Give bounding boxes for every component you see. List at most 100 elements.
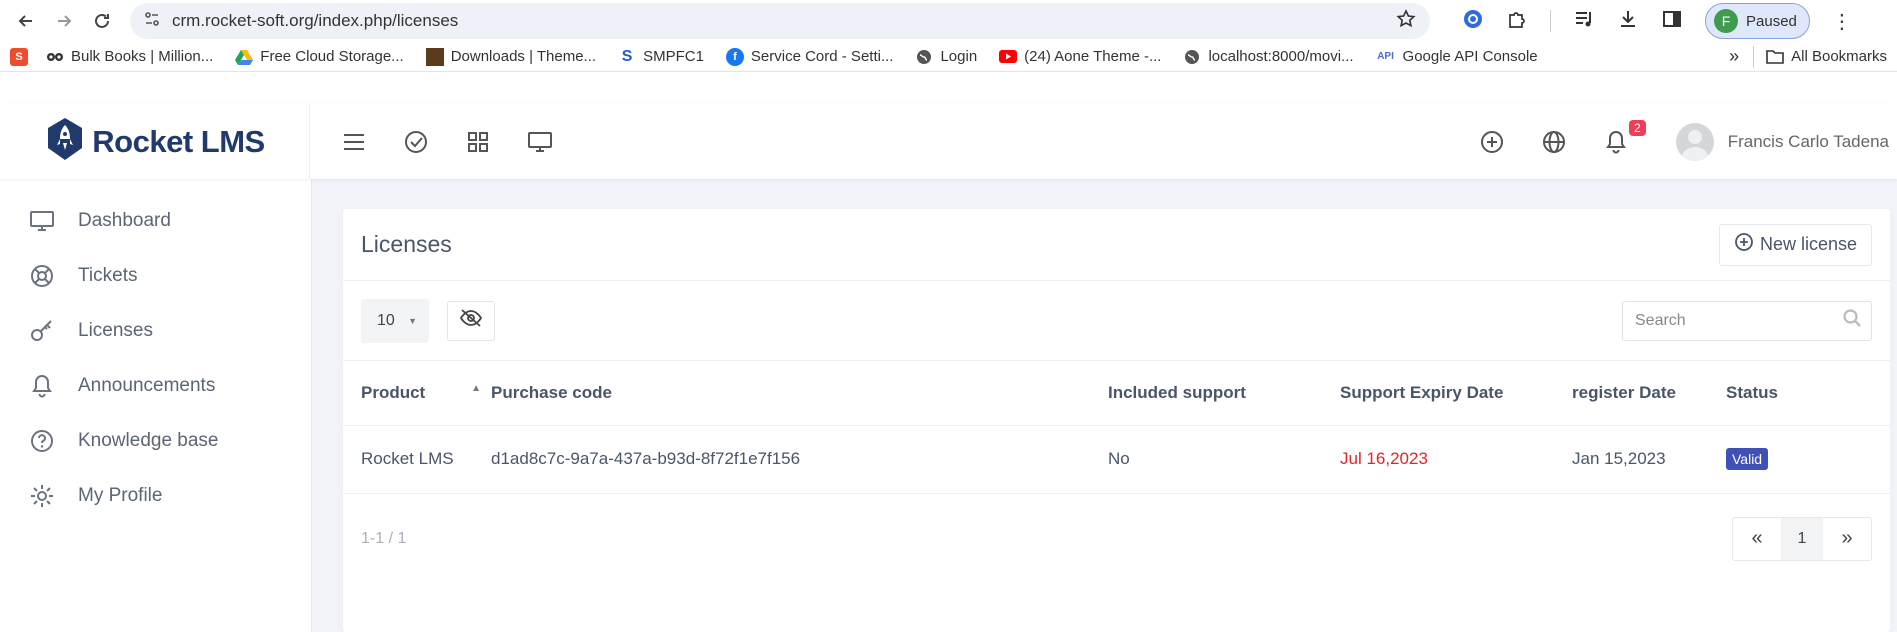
forward-icon[interactable] xyxy=(48,5,80,37)
rocket-logo-icon xyxy=(44,116,86,167)
sidebar-item-label: My Profile xyxy=(78,484,163,506)
sidebar-item-tickets[interactable]: Tickets xyxy=(0,248,311,303)
monitor-icon[interactable] xyxy=(524,126,556,158)
cell-purchase-code: d1ad8c7c-9a7a-437a-b93d-8f72f1e7f156 xyxy=(491,425,1108,494)
theme-icon xyxy=(425,47,444,66)
bookmark-item[interactable]: (24) Aone Theme -... xyxy=(999,48,1161,66)
app-header: Rocket LMS 2 Francis Carlo Tadena xyxy=(0,104,1897,179)
logo[interactable]: Rocket LMS xyxy=(0,104,310,179)
bookmark-label: SMPFC1 xyxy=(643,48,704,65)
prev-page-button[interactable]: « xyxy=(1733,518,1781,560)
side-panel-icon[interactable] xyxy=(1661,8,1683,35)
user-menu[interactable]: Francis Carlo Tadena xyxy=(1675,122,1889,161)
bookmarks-overflow-icon[interactable]: » xyxy=(1729,46,1739,67)
browser-menu-icon[interactable]: ⋮ xyxy=(1832,9,1852,34)
media-control-icon[interactable] xyxy=(1573,8,1595,35)
download-icon[interactable] xyxy=(1617,8,1639,35)
sidebar-item-announcements[interactable]: Announcements xyxy=(0,358,311,413)
sidebar-item-label: Announcements xyxy=(78,374,216,396)
column-header-register-date[interactable]: register Date xyxy=(1572,361,1726,426)
sidebar-item-licenses[interactable]: Licenses xyxy=(0,303,311,358)
grid-icon[interactable] xyxy=(462,126,494,158)
url-text[interactable]: crm.rocket-soft.org/index.php/licenses xyxy=(172,11,1384,31)
bell-icon xyxy=(28,372,56,400)
profile-status: Paused xyxy=(1746,12,1797,30)
site-settings-icon[interactable] xyxy=(144,11,160,32)
all-bookmarks[interactable]: All Bookmarks xyxy=(1766,48,1887,66)
licenses-card: Licenses New license 10 ▼ Search Product… xyxy=(343,209,1890,632)
column-header-label: Product xyxy=(361,382,426,402)
bookmark-label: Google API Console xyxy=(1402,48,1538,65)
column-header-label: Support Expiry Date xyxy=(1340,382,1504,402)
browser-toolbar: crm.rocket-soft.org/index.php/licenses F… xyxy=(0,0,1897,42)
app-root: Rocket LMS 2 Francis Carlo Tadena Dashbo… xyxy=(0,104,1897,632)
help-circle-icon xyxy=(28,427,56,455)
column-header-included-support[interactable]: Included support xyxy=(1108,361,1340,426)
page-title: Licenses xyxy=(361,231,452,257)
table-row[interactable]: Rocket LMS d1ad8c7c-9a7a-437a-b93d-8f72f… xyxy=(343,425,1890,494)
column-header-support-expiry[interactable]: Support Expiry Date xyxy=(1340,361,1572,426)
page-length-value: 10 xyxy=(377,311,395,329)
status-badge: Valid xyxy=(1726,448,1769,470)
pagination: « 1 » xyxy=(1732,516,1872,561)
back-icon[interactable] xyxy=(10,5,42,37)
search-icon[interactable] xyxy=(1842,308,1862,333)
page-number-button[interactable]: 1 xyxy=(1781,517,1823,560)
folder-icon xyxy=(1766,48,1784,66)
cell-status: Valid xyxy=(1726,425,1890,494)
cell-included-support: No xyxy=(1108,425,1340,494)
column-header-label: Included support xyxy=(1108,382,1246,402)
column-header-product[interactable]: Product ▲ xyxy=(343,361,491,426)
bookmark-item[interactable]: API Google API Console xyxy=(1376,48,1538,66)
s-icon: S xyxy=(621,47,633,65)
column-visibility-button[interactable] xyxy=(447,300,495,341)
toolbar-divider xyxy=(1550,10,1551,32)
menu-toggle-icon[interactable] xyxy=(338,126,370,158)
column-header-label: register Date xyxy=(1572,382,1676,402)
bookmark-label: Service Cord - Setti... xyxy=(750,48,894,65)
address-bar[interactable]: crm.rocket-soft.org/index.php/licenses xyxy=(130,3,1430,39)
chevron-down-icon: ▼ xyxy=(408,315,417,326)
star-icon[interactable] xyxy=(1396,8,1416,34)
new-license-button[interactable]: New license xyxy=(1718,223,1872,266)
notifications-bell-icon[interactable]: 2 xyxy=(1600,119,1646,158)
user-name: Francis Carlo Tadena xyxy=(1727,131,1889,151)
extension-record-icon[interactable] xyxy=(1462,8,1484,35)
bookmark-item[interactable]: Bulk Books | Million... xyxy=(46,48,213,66)
bookmark-item[interactable]: localhost:8000/movi... xyxy=(1183,48,1354,66)
column-header-status[interactable]: Status xyxy=(1726,361,1890,426)
column-header-label: Status xyxy=(1726,382,1778,402)
licenses-table: Product ▲ Purchase code Included support … xyxy=(343,361,1890,494)
sidebar-item-dashboard[interactable]: Dashboard xyxy=(0,193,311,248)
sidebar-item-label: Tickets xyxy=(78,264,138,286)
sidebar-item-knowledge-base[interactable]: Knowledge base xyxy=(0,413,311,468)
search-input[interactable] xyxy=(1635,311,1842,330)
table-toolbar: 10 ▼ xyxy=(343,281,1890,361)
cell-register-date: Jan 15,2023 xyxy=(1572,425,1726,494)
logo-text: Rocket LMS xyxy=(92,123,265,159)
bookmarks-divider xyxy=(1753,45,1755,68)
check-circle-icon[interactable] xyxy=(400,126,432,158)
language-globe-icon[interactable] xyxy=(1538,126,1570,158)
reload-icon[interactable] xyxy=(86,5,118,37)
next-page-button[interactable]: » xyxy=(1823,518,1871,560)
bookmark-label: Login xyxy=(940,48,978,65)
avatar xyxy=(1675,122,1714,161)
extensions-puzzle-icon[interactable] xyxy=(1506,8,1528,35)
bookmark-shopee[interactable]: S xyxy=(10,47,28,66)
bookmark-item[interactable]: Free Cloud Storage... xyxy=(235,48,404,66)
bookmarks-bar: S Bulk Books | Million... Free Cloud Sto… xyxy=(0,42,1897,72)
api-icon: API xyxy=(1377,51,1394,62)
bookmark-label: Free Cloud Storage... xyxy=(260,48,404,65)
profile-button[interactable]: F Paused xyxy=(1705,3,1810,39)
column-header-purchase-code[interactable]: Purchase code xyxy=(491,361,1108,426)
card-header: Licenses New license xyxy=(343,209,1890,281)
bookmark-item[interactable]: f Service Cord - Setti... xyxy=(725,47,894,66)
shopping-bag-icon: S xyxy=(10,47,28,66)
bookmark-item[interactable]: S SMPFC1 xyxy=(618,48,704,66)
page-length-select[interactable]: 10 ▼ xyxy=(361,298,429,343)
bookmark-item[interactable]: Downloads | Theme... xyxy=(425,47,596,66)
add-circle-icon[interactable] xyxy=(1476,126,1508,158)
bookmark-item[interactable]: Login xyxy=(915,48,977,66)
sidebar-item-my-profile[interactable]: My Profile xyxy=(0,468,311,523)
